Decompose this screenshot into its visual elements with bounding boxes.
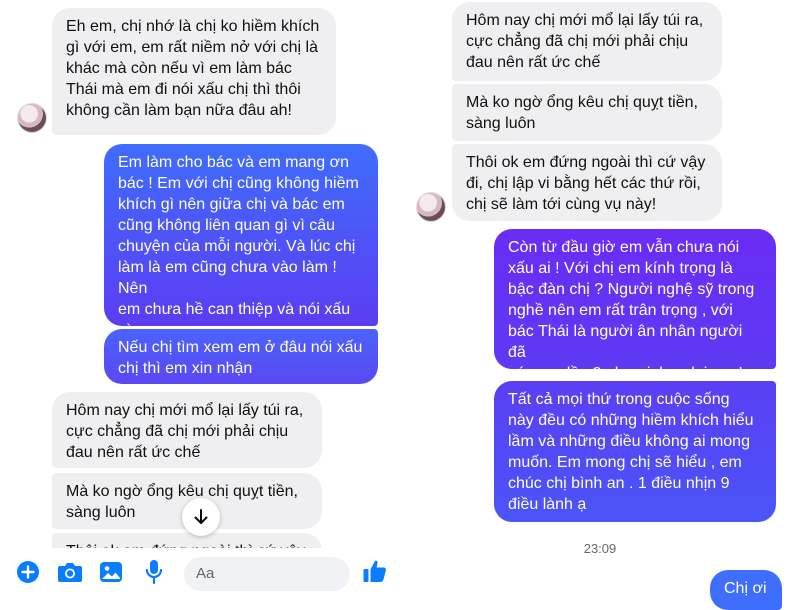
thumbs-up-icon[interactable] xyxy=(362,558,388,584)
outgoing-message[interactable]: Em làm cho bác và em mang ơn bác ! Em vớ… xyxy=(104,144,378,326)
incoming-message[interactable]: Mà ko ngờ ổng kêu chị quỵt tiền, sàng lu… xyxy=(452,84,722,141)
image-icon[interactable] xyxy=(99,561,123,583)
arrow-down-icon xyxy=(194,509,208,524)
microphone-icon[interactable] xyxy=(145,559,163,585)
outgoing-message[interactable]: Chị ơi xyxy=(710,570,782,610)
outgoing-message[interactable]: Còn từ đầu giờ em vẫn chưa nói xấu ai ! … xyxy=(494,229,776,369)
left-chat-panel: Eh em, chị nhớ là chị ko hiềm khích gì v… xyxy=(0,0,396,600)
camera-icon[interactable] xyxy=(57,561,83,583)
incoming-message[interactable]: Hôm nay chị mới mổ lại lấy túi ra, cực c… xyxy=(452,2,722,81)
scroll-down-button[interactable] xyxy=(182,498,220,536)
plus-icon[interactable] xyxy=(16,560,40,584)
outgoing-message[interactable]: Tất cả mọi thứ trong cuộc sống này đều c… xyxy=(494,381,776,522)
outgoing-message[interactable]: Nếu chị tìm xem em ở đâu nói xấu chị thì… xyxy=(104,329,378,384)
contact-avatar[interactable] xyxy=(17,103,47,133)
contact-avatar[interactable] xyxy=(416,192,446,222)
message-input[interactable]: Aa xyxy=(184,557,350,591)
message-timestamp: 23:09 xyxy=(583,541,617,556)
incoming-message[interactable]: Hôm nay chị mới mổ lại lấy túi ra, cực c… xyxy=(52,392,322,468)
incoming-message[interactable]: Eh em, chị nhớ là chị ko hiềm khích gì v… xyxy=(52,8,336,135)
message-input-placeholder: Aa xyxy=(196,565,215,582)
incoming-message[interactable]: Thôi ok em đứng ngoài thì cứ vậy đi, chị… xyxy=(452,144,722,221)
